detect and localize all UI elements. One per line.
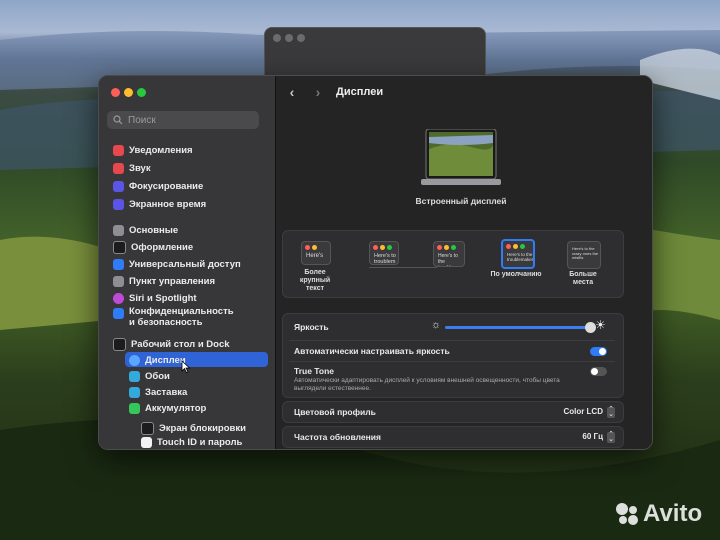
- auto-brightness-toggle[interactable]: [590, 347, 607, 356]
- search-placeholder: Поиск: [128, 114, 156, 126]
- chevron-updown-icon[interactable]: ⌃ ⌄: [607, 406, 615, 418]
- minimize-button[interactable]: [124, 88, 133, 97]
- color-profile-label: Цветовой профиль: [294, 407, 376, 417]
- hand-icon: [113, 308, 124, 319]
- hourglass-icon: [113, 198, 124, 210]
- screensaver-icon: [129, 386, 140, 398]
- sidebar-item-displays[interactable]: Дисплеи: [129, 352, 186, 368]
- window-dot: [285, 34, 293, 42]
- toolbar: ‹ › Дисплеи: [276, 76, 652, 108]
- sidebar-item-touch-id[interactable]: Touch ID и пароль: [141, 434, 242, 449]
- sidebar-item-notifications[interactable]: Уведомления: [113, 142, 193, 158]
- resolution-label: Более крупный текст: [299, 269, 331, 292]
- accessibility-icon: [113, 258, 124, 270]
- sidebar-item-control-center[interactable]: Пункт управления: [113, 273, 215, 289]
- window-dot: [297, 34, 305, 42]
- avito-logo-icon: [616, 503, 638, 525]
- bell-icon: [113, 144, 124, 156]
- sidebar-item-sound[interactable]: Звук: [113, 160, 151, 176]
- true-tone-label: True Tone: [294, 366, 334, 376]
- sidebar-item-screensaver[interactable]: Заставка: [129, 384, 187, 400]
- lock-screen-icon: [141, 421, 154, 435]
- auto-brightness-label: Автоматически настраивать яркость: [294, 346, 450, 356]
- resolution-option-larger-text[interactable]: Here's: [301, 241, 331, 265]
- refresh-rate-row: Частота обновления 60 Гц ⌃ ⌄: [282, 426, 624, 448]
- sidebar-item-wallpaper[interactable]: Обои: [129, 368, 170, 384]
- laptop-display-icon[interactable]: [421, 129, 501, 187]
- close-button[interactable]: [111, 88, 120, 97]
- settings-window: Поиск Уведомления Звук Фокусирование Экр…: [98, 75, 653, 450]
- divider: [289, 361, 615, 362]
- sun-high-icon: ☀: [595, 318, 606, 332]
- true-tone-toggle[interactable]: [590, 367, 607, 376]
- color-profile-select[interactable]: Color LCD: [563, 407, 603, 416]
- refresh-rate-select[interactable]: 60 Гц: [582, 432, 603, 441]
- sidebar-item-screen-time[interactable]: Экранное время: [113, 196, 206, 212]
- sun-icon: [129, 354, 140, 366]
- brightness-label: Яркость: [294, 322, 329, 332]
- sidebar-item-accessibility[interactable]: Универсальный доступ: [113, 256, 241, 272]
- divider: [289, 340, 615, 341]
- display-name: Встроенный дисплей: [415, 196, 507, 206]
- mouse-cursor-icon: [181, 360, 191, 373]
- moon-icon: [113, 180, 124, 192]
- siri-icon: [113, 292, 124, 304]
- resolution-option-2[interactable]: Here's to troublem: [369, 241, 399, 265]
- sidebar-item-siri[interactable]: Siri и Spotlight: [113, 290, 197, 306]
- fingerprint-icon: [141, 436, 152, 448]
- search-field[interactable]: Поиск: [107, 111, 259, 129]
- sidebar-item-battery[interactable]: Аккумулятор: [129, 400, 206, 416]
- sun-low-icon: ☼: [431, 319, 442, 331]
- main-pane: ‹ › Дисплеи Встроенный дисплей Here's Бо…: [276, 76, 652, 449]
- sidebar-item-privacy[interactable]: Конфиденциальность и безопасность: [113, 306, 234, 332]
- avito-watermark: Avito: [614, 500, 702, 528]
- window-dot: [273, 34, 281, 42]
- sidebar-item-focus[interactable]: Фокусирование: [113, 178, 203, 194]
- resolution-label: По умолчанию: [490, 271, 542, 278]
- control-center-icon: [113, 275, 124, 287]
- dock-icon: [113, 337, 126, 351]
- zoom-button[interactable]: [137, 88, 146, 97]
- brightness-slider[interactable]: [445, 322, 596, 333]
- battery-icon: [129, 402, 140, 414]
- search-icon: [113, 115, 123, 125]
- sidebar: Поиск Уведомления Звук Фокусирование Экр…: [99, 76, 276, 449]
- sidebar-item-general[interactable]: Основные: [113, 222, 178, 238]
- speaker-icon: [113, 162, 124, 174]
- chevron-updown-icon[interactable]: ⌃ ⌄: [607, 431, 615, 443]
- color-profile-row: Цветовой профиль Color LCD ⌃ ⌄: [282, 401, 624, 423]
- sidebar-item-desktop-dock[interactable]: Рабочий стол и Dock: [113, 336, 230, 352]
- resolution-option-3[interactable]: Here's to the troublema: [433, 241, 465, 267]
- gear-icon: [113, 224, 124, 236]
- divider: [369, 267, 437, 268]
- resolution-picker: Here's Более крупный текст Here's to troub…: [282, 230, 624, 298]
- resolution-option-more-space[interactable]: Here's to the crazy ones the misfits: [567, 241, 601, 269]
- refresh-rate-label: Частота обновления: [294, 432, 381, 442]
- true-tone-description: Автоматически адаптировать дисплей к усл…: [294, 377, 560, 392]
- back-button[interactable]: ‹: [282, 84, 302, 100]
- wallpaper-icon: [129, 370, 140, 382]
- forward-button[interactable]: ›: [308, 84, 328, 100]
- page-title: Дисплеи: [336, 86, 384, 98]
- resolution-label: Больше места: [569, 271, 597, 286]
- brightness-group: Яркость ☼ ☀ Автоматически настраивать яр…: [282, 313, 624, 398]
- sidebar-item-appearance[interactable]: Оформление: [113, 239, 193, 255]
- appearance-icon: [113, 240, 126, 254]
- resolution-option-default[interactable]: Here's to the troublemakers: [501, 239, 535, 269]
